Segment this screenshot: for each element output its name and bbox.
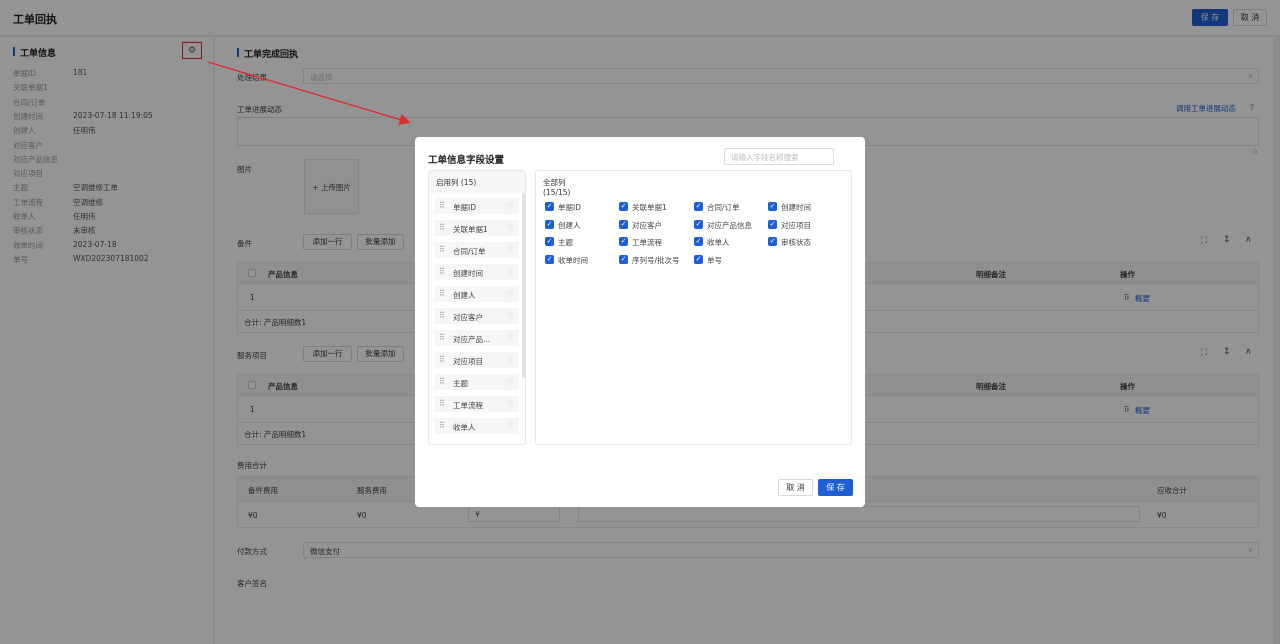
checked-icon[interactable]: ✓ <box>545 219 554 229</box>
info-icon: ⓘ <box>507 356 514 364</box>
checked-icon[interactable]: ✓ <box>694 219 703 229</box>
info-icon: ⓘ <box>507 400 514 408</box>
enabled-column-item[interactable]: ⠿ 创建时间 ⓘ <box>434 264 519 280</box>
all-column-label: 合同/订单 <box>707 203 740 212</box>
info-icon: ⓘ <box>507 202 514 210</box>
info-icon: ⓘ <box>507 334 514 342</box>
info-icon: ⓘ <box>507 378 514 386</box>
modal-title: 工单信息字段设置 <box>428 155 505 166</box>
enabled-column-label: 创建时间 <box>453 269 483 278</box>
checked-icon[interactable]: ✓ <box>619 202 628 211</box>
enabled-column-item[interactable]: ⠿ 创建人 ⓘ <box>434 286 519 302</box>
drag-handle-icon[interactable]: ⠿ <box>439 355 445 364</box>
checked-icon[interactable]: ✓ <box>545 237 554 247</box>
drag-handle-icon[interactable]: ⠿ <box>439 245 445 254</box>
enabled-column-label: 对应产品... <box>453 335 491 344</box>
checked-icon[interactable]: ✓ <box>619 255 628 265</box>
drag-handle-icon[interactable]: ⠿ <box>439 377 445 386</box>
all-column-label: 对应项目 <box>781 220 811 230</box>
enabled-column-label: 主题 <box>453 379 468 388</box>
checked-icon[interactable]: ✓ <box>694 237 703 247</box>
enabled-column-item[interactable]: ⠿ 关联单据1 ⓘ <box>434 220 519 236</box>
drag-handle-icon[interactable]: ⠿ <box>439 201 445 210</box>
checked-icon[interactable]: ✓ <box>619 237 628 247</box>
info-icon: ⓘ <box>507 312 514 320</box>
all-column-label: 对应产品信息 <box>707 220 752 230</box>
all-column-label: 审核状态 <box>781 238 811 248</box>
enabled-column-item[interactable]: ⠿ 合同/订单 ⓘ <box>434 242 519 258</box>
enabled-column-item[interactable]: ⠿ 工单流程 ⓘ <box>434 396 519 412</box>
enabled-column-item[interactable]: ⠿ 对应项目 ⓘ <box>434 352 519 368</box>
enabled-column-label: 合同/订单 <box>453 247 486 256</box>
field-search-input[interactable]: 请输入字段名称搜索 <box>724 148 834 165</box>
enabled-column-label: 关联单据1 <box>453 225 488 234</box>
enabled-column-label: 收单人 <box>453 423 476 432</box>
enabled-column-label: 对应项目 <box>453 357 483 366</box>
drag-handle-icon[interactable]: ⠿ <box>439 333 445 342</box>
drag-handle-icon[interactable]: ⠿ <box>439 399 445 408</box>
enabled-column-item[interactable]: ⠿ 对应客户 ⓘ <box>434 308 519 324</box>
enabled-column-label: 对应客户 <box>453 313 483 322</box>
drag-handle-icon[interactable]: ⠿ <box>439 267 445 276</box>
modal-cancel-button[interactable]: 取 消 <box>778 479 813 496</box>
modal-save-button[interactable]: 保 存 <box>818 479 853 496</box>
all-column-label: 创建时间 <box>781 203 811 212</box>
enabled-column-label: 工单流程 <box>453 401 483 410</box>
enabled-column-label: 创建人 <box>453 291 476 300</box>
all-column-label: 创建人 <box>558 220 581 230</box>
all-column-label: 序列号/批次号 <box>632 256 680 266</box>
field-settings-modal: 工单信息字段设置 请输入字段名称搜索 启用列 (15) ⠿ 单据ID ⓘ ⠿ 关联单据1… <box>415 137 865 507</box>
drag-handle-icon[interactable]: ⠿ <box>439 289 445 298</box>
drag-handle-icon[interactable]: ⠿ <box>439 421 445 430</box>
all-column-label: 收单时间 <box>558 256 588 266</box>
info-icon: ⓘ <box>507 224 514 232</box>
enabled-columns-header: 启用列 (15) <box>429 171 525 193</box>
all-columns-pane: 全部列 (15/15) ✓ 单据ID ✓ 关联单据1 ✓ 合同/订单 ✓ 创建时间 ✓ 创建人 ✓ 对… <box>535 170 852 445</box>
enabled-column-item[interactable]: ⠿ 单据ID ⓘ <box>434 198 519 214</box>
enabled-column-item[interactable]: ⠿ 收单人 ⓘ <box>434 418 519 434</box>
all-column-label: 单据ID <box>558 203 581 212</box>
drag-handle-icon[interactable]: ⠿ <box>439 311 445 320</box>
info-icon: ⓘ <box>507 246 514 254</box>
enabled-list-scrollbar[interactable] <box>522 193 526 378</box>
checked-icon[interactable]: ✓ <box>768 219 777 229</box>
info-icon: ⓘ <box>507 290 514 298</box>
all-columns-header: 全部列 (15/15) <box>536 171 598 197</box>
all-column-label: 主题 <box>558 238 573 248</box>
enabled-column-item[interactable]: ⠿ 对应产品... ⓘ <box>434 330 519 346</box>
checked-icon[interactable]: ✓ <box>768 202 777 211</box>
enabled-columns-pane: 启用列 (15) ⠿ 单据ID ⓘ ⠿ 关联单据1 ⓘ ⠿ 合同/订单 ⓘ ⠿ 创建时间 ⓘ ⠿ 创建人 ⓘ… <box>428 170 526 445</box>
all-column-label: 对应客户 <box>632 220 662 230</box>
checked-icon[interactable]: ✓ <box>694 255 703 265</box>
all-column-label: 单号 <box>707 256 722 266</box>
enabled-column-item[interactable]: ⠿ 主题 ⓘ <box>434 374 519 390</box>
all-column-label: 关联单据1 <box>632 203 667 212</box>
info-icon: ⓘ <box>507 268 514 276</box>
checked-icon[interactable]: ✓ <box>545 202 554 211</box>
all-column-label: 工单流程 <box>632 238 662 248</box>
checked-icon[interactable]: ✓ <box>619 219 628 229</box>
all-column-label: 收单人 <box>707 238 730 248</box>
checked-icon[interactable]: ✓ <box>768 237 777 247</box>
enabled-column-label: 单据ID <box>453 203 476 212</box>
checked-icon[interactable]: ✓ <box>694 202 703 211</box>
info-icon: ⓘ <box>507 422 514 430</box>
checked-icon[interactable]: ✓ <box>545 255 554 265</box>
drag-handle-icon[interactable]: ⠿ <box>439 223 445 232</box>
